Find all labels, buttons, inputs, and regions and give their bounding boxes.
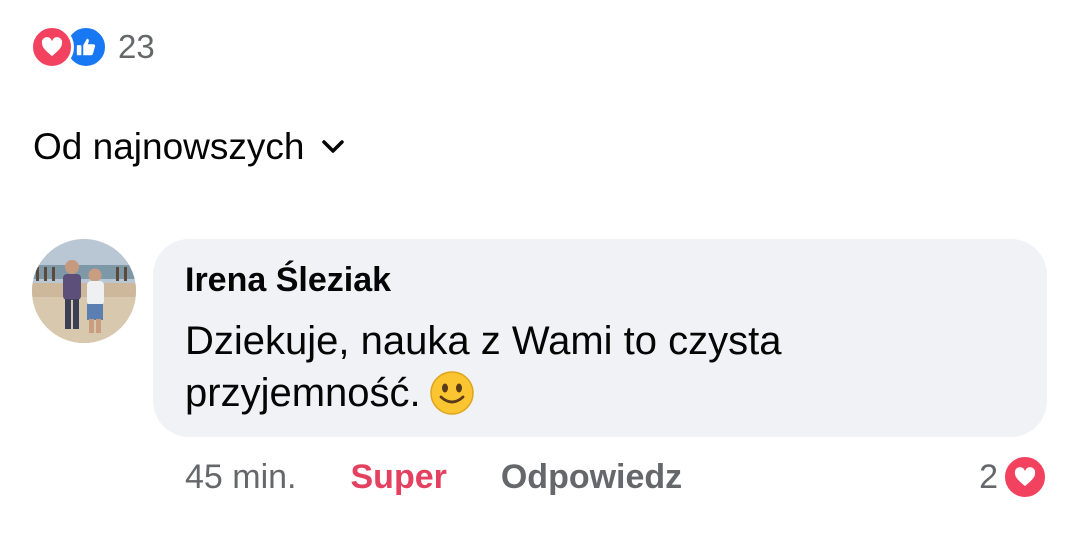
react-super-button[interactable]: Super bbox=[351, 458, 447, 497]
comment-body: Dziekuje, nauka z Wami to czysta przyjem… bbox=[185, 319, 782, 415]
reply-button[interactable]: Odpowiedz bbox=[501, 458, 682, 497]
comment-bubble: Irena Śleziak Dziekuje, nauka z Wami to … bbox=[153, 239, 1047, 437]
avatar[interactable] bbox=[32, 239, 136, 343]
comment-actions: 45 min. Super Odpowiedz bbox=[185, 458, 682, 497]
comment-reaction-count: 2 bbox=[979, 457, 998, 496]
smiling-face-emoji bbox=[429, 370, 475, 429]
heart-icon bbox=[30, 25, 74, 69]
comment-reaction-summary[interactable]: 2 bbox=[979, 454, 1048, 500]
heart-icon bbox=[1002, 454, 1048, 500]
chevron-down-icon bbox=[322, 139, 345, 159]
sort-label: Od najnowszych bbox=[33, 126, 305, 167]
reaction-count: 23 bbox=[118, 28, 155, 65]
comment-author[interactable]: Irena Śleziak bbox=[185, 261, 391, 300]
sort-dropdown[interactable]: Od najnowszych bbox=[33, 126, 345, 168]
comment-timestamp[interactable]: 45 min. bbox=[185, 458, 297, 497]
comment-text: Dziekuje, nauka z Wami to czysta przyjem… bbox=[185, 315, 1015, 429]
reactions-summary[interactable]: 23 bbox=[30, 25, 155, 69]
